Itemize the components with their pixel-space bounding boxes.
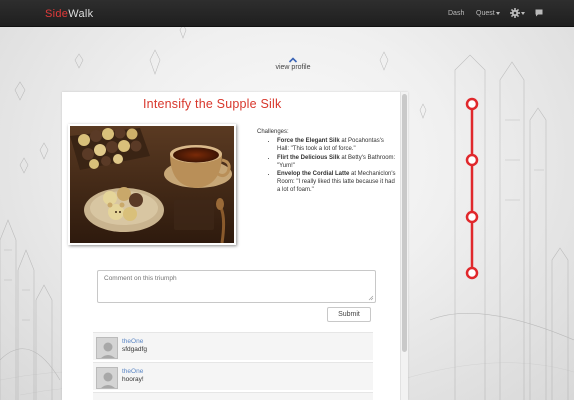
chevron-up-icon — [288, 57, 298, 63]
chevron-down-icon — [495, 11, 500, 15]
messages-button[interactable] — [535, 9, 543, 19]
view-profile-link[interactable]: view profile — [262, 56, 324, 71]
avatar[interactable] — [96, 337, 118, 359]
challenges-list: Force the Elegant Silk at Pocahontas's H… — [257, 137, 397, 194]
nav-quest-label: Quest — [476, 10, 495, 17]
avatar[interactable] — [96, 367, 118, 389]
brand-walk-text: Walk — [68, 8, 94, 20]
user-silhouette-icon — [97, 338, 117, 358]
gear-icon — [510, 8, 520, 18]
scrollbar-thumb[interactable] — [402, 94, 407, 352]
resize-handle-icon[interactable] — [368, 295, 374, 301]
view-profile-label: view profile — [275, 64, 311, 71]
triumph-photo — [68, 124, 236, 245]
tracker-node[interactable] — [465, 266, 479, 280]
challenges-section: Challenges: Force the Elegant Silk at Po… — [257, 128, 397, 195]
top-navbar: SideWalk Dash Quest — [0, 0, 574, 27]
tracker-node[interactable] — [465, 210, 479, 224]
challenge-name[interactable]: Force the Elegant Silk — [277, 138, 340, 144]
brand-side-text: Side — [45, 8, 69, 20]
comment-item-partial — [93, 392, 373, 400]
challenge-item: Envelop the Cordial Latte at Mechaniclon… — [277, 170, 397, 194]
comment-author[interactable]: theOne — [122, 368, 143, 375]
user-silhouette-icon — [97, 368, 117, 388]
nav-dash-link[interactable]: Dash — [448, 10, 464, 17]
challenge-name[interactable]: Flirt the Delicious Silk — [277, 155, 340, 161]
comment-text: sfdgadfg — [122, 346, 147, 353]
brand-logo[interactable]: SideWalk — [45, 8, 93, 20]
challenge-item: Force the Elegant Silk at Pocahontas's H… — [277, 137, 397, 153]
comment-author[interactable]: theOne — [122, 338, 143, 345]
photo-image — [70, 126, 234, 243]
triumph-title: Intensify the Supple Silk — [143, 97, 282, 111]
tracker-node[interactable] — [465, 97, 479, 111]
panel-scrollbar[interactable] — [400, 92, 408, 400]
chevron-down-icon — [521, 11, 525, 15]
challenges-heading: Challenges: — [257, 129, 289, 135]
submit-button[interactable]: Submit — [327, 307, 371, 322]
challenge-name[interactable]: Envelop the Cordial Latte — [277, 171, 349, 177]
settings-dropdown[interactable] — [510, 8, 525, 18]
challenge-item: Flirt the Delicious Silk at Betty's Bath… — [277, 154, 397, 170]
triumph-panel: Intensify the Supple Silk Challenges: • … — [62, 92, 408, 400]
chat-icon — [535, 9, 543, 17]
comment-item: theOne sfdgadfg — [93, 332, 373, 360]
nav-quest-dropdown[interactable]: Quest — [476, 10, 500, 17]
comment-text: hooray! — [122, 376, 144, 383]
comment-input[interactable] — [97, 270, 376, 303]
progress-tracker — [465, 97, 479, 280]
comment-item: theOne hooray! — [93, 362, 373, 390]
tracker-node[interactable] — [465, 153, 479, 167]
